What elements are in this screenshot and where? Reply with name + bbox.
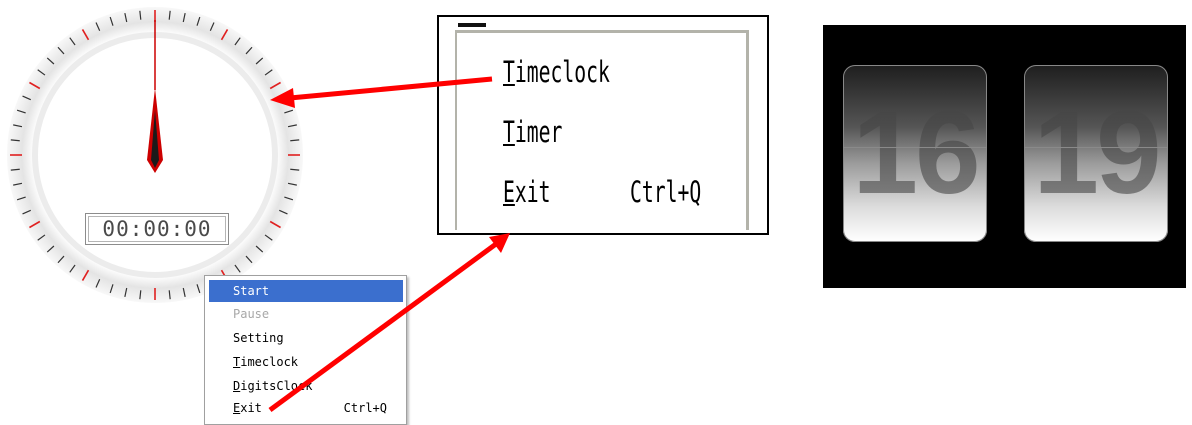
zoomed-menu-item-exit: Exit — [503, 175, 551, 209]
flip-minutes-digits: 19 — [1033, 87, 1161, 219]
menu-item-label: Exit — [233, 401, 262, 415]
flip-card-minutes: 19 — [1024, 65, 1168, 242]
menu-item-label: Timeclock — [233, 355, 299, 369]
zoomed-menu-item-timer: Timer — [503, 115, 563, 149]
menu-item-label: Pause — [233, 307, 270, 321]
menu-item-exit[interactable]: Exit Ctrl+Q — [209, 397, 403, 419]
menu-item-setting[interactable]: Setting — [209, 327, 403, 349]
flip-hours-digits: 16 — [852, 87, 980, 219]
menu-item-timeclock[interactable]: Timeclock — [209, 351, 403, 373]
flip-card-hours: 16 — [843, 65, 987, 242]
flip-clock: 16 19 — [823, 25, 1186, 288]
menu-item-digitsclock[interactable]: DigitsClock — [209, 375, 403, 397]
menu-item-start[interactable]: Start — [209, 280, 403, 302]
zoomed-menu-bar-mark — [458, 23, 486, 27]
menu-item-pause: Pause — [209, 303, 403, 325]
context-menu: Start Pause Setting Timeclock DigitsClock Exi… — [204, 275, 407, 425]
menu-item-shortcut: Ctrl+Q — [343, 401, 387, 415]
flip-card-split — [843, 147, 987, 148]
menu-item-label: Start — [233, 284, 270, 298]
menu-item-label: DigitsClock — [233, 379, 313, 393]
stopwatch-dial — [7, 7, 303, 303]
digital-time-readout: 00:00:00 — [85, 213, 229, 245]
zoomed-menu-item-timeclock: Timeclock — [503, 55, 610, 89]
zoomed-exit-shortcut: Ctrl+Q — [630, 175, 702, 209]
menu-item-label: Setting — [233, 331, 284, 345]
flip-card-split — [1024, 147, 1168, 148]
